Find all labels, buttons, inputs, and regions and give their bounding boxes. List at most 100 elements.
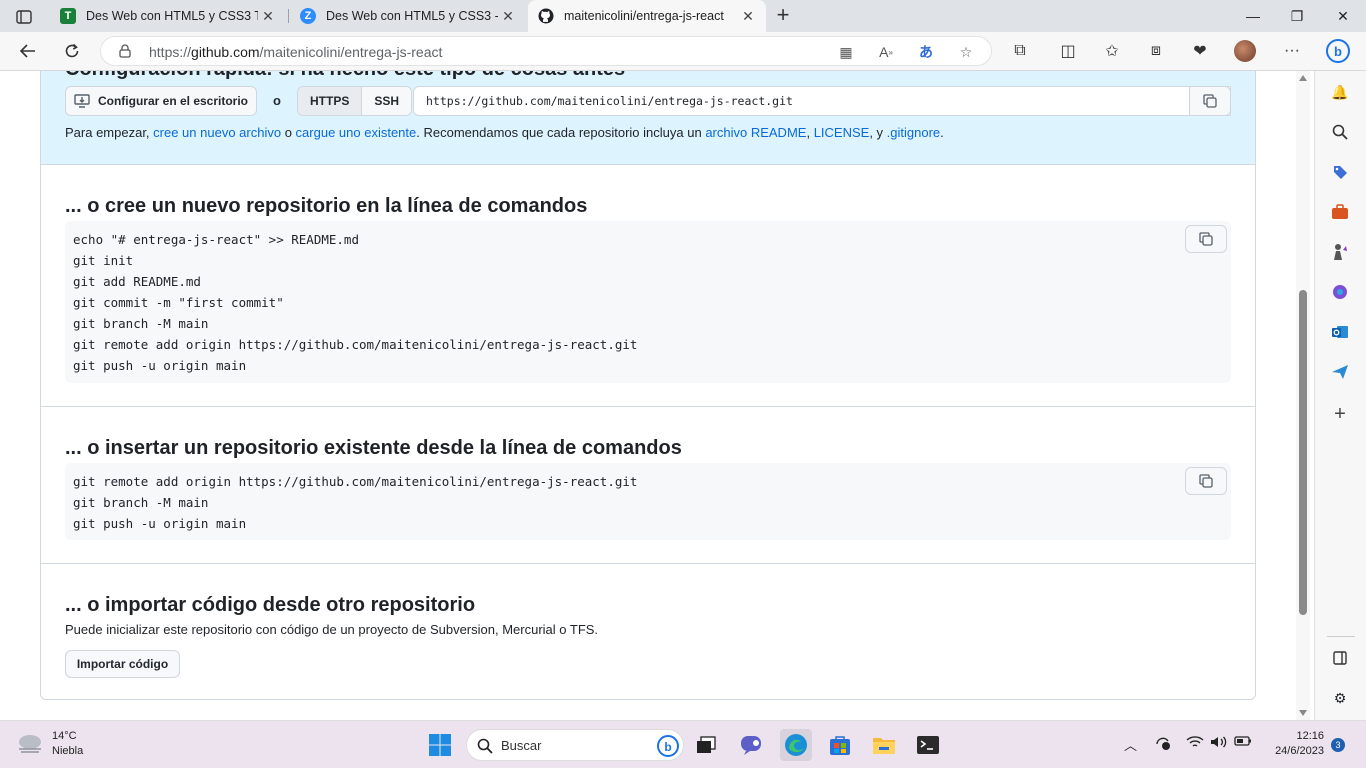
split-screen-icon[interactable]: ◫ xyxy=(1054,38,1082,64)
translate-icon[interactable]: あ xyxy=(915,41,937,63)
teams-chat-icon[interactable] xyxy=(736,729,768,761)
import-code-button[interactable]: Importar código xyxy=(65,650,180,678)
gitignore-link[interactable]: .gitignore xyxy=(887,125,940,140)
read-aloud-icon[interactable]: A» xyxy=(875,41,897,63)
temperature: 14°C xyxy=(52,730,77,742)
tab-html5-course[interactable]: T Des Web con HTML5 y CSS3 TM ✕ xyxy=(50,0,286,32)
clock-date: 24/6/2023 xyxy=(1275,745,1324,757)
settings-gear-icon[interactable]: ⚙ xyxy=(1329,687,1351,709)
clone-url-input[interactable]: https://github.com/maitenicolini/entrega… xyxy=(413,86,1231,116)
readme-link[interactable]: archivo README xyxy=(705,125,806,140)
setup-in-desktop-button[interactable]: Configurar en el escritorio xyxy=(65,86,257,116)
hide-sidebar-icon[interactable] xyxy=(1329,647,1351,669)
url-text[interactable]: https://github.com/maitenicolini/entrega… xyxy=(149,44,442,60)
app-available-icon[interactable]: ▦ xyxy=(835,41,857,63)
lock-icon[interactable] xyxy=(119,44,131,63)
svg-text:b: b xyxy=(664,740,671,754)
start-windows-icon[interactable] xyxy=(424,729,456,761)
microsoft-365-icon[interactable] xyxy=(1329,281,1351,303)
file-explorer-icon[interactable] xyxy=(868,729,900,761)
close-icon[interactable]: ✕ xyxy=(498,8,518,25)
bell-icon[interactable]: 🔔 xyxy=(1329,81,1351,103)
existing-repo-code-block: git remote add origin https://github.com… xyxy=(65,463,1231,540)
taskbar-search[interactable]: Buscar b xyxy=(466,729,684,761)
refresh-button[interactable] xyxy=(58,38,86,64)
add-sidebar-app-icon[interactable]: + xyxy=(1329,403,1351,425)
windows-taskbar: 14°C Niebla Buscar b ︿ 12:16 24/6/2023 3 xyxy=(0,720,1366,768)
battery-icon[interactable] xyxy=(1234,735,1252,750)
weather-widget[interactable]: 14°C Niebla xyxy=(16,729,83,759)
send-plane-icon[interactable] xyxy=(1329,361,1351,383)
favorites-icon[interactable]: ✩ xyxy=(1098,38,1126,64)
import-repo-section: ... o importar código desde otro reposit… xyxy=(41,564,1255,701)
github-icon xyxy=(538,8,554,24)
microsoft-store-icon[interactable] xyxy=(824,729,856,761)
quick-setup-title: Configuración rápida: si ha hecho este t… xyxy=(65,71,625,81)
collections-icon[interactable]: ⧈ xyxy=(1142,38,1170,64)
performance-icon[interactable]: ❤ xyxy=(1186,38,1214,64)
copy-icon xyxy=(1199,474,1213,488)
terminal-icon[interactable] xyxy=(912,729,944,761)
tab-actions-menu-icon[interactable] xyxy=(10,6,38,28)
bing-icon: b xyxy=(657,735,679,757)
new-tab-button[interactable]: + xyxy=(770,4,796,28)
back-button[interactable] xyxy=(14,38,42,64)
favorite-star-icon[interactable]: ☆ xyxy=(955,41,977,63)
upload-existing-file-link[interactable]: cargue uno existente xyxy=(296,125,417,140)
copy-clone-url-button[interactable] xyxy=(1189,86,1231,116)
create-new-file-link[interactable]: cree un nuevo archivo xyxy=(153,125,281,140)
quick-setup-panel: Configuración rápida: si ha hecho este t… xyxy=(41,71,1255,165)
scroll-down-arrow-icon[interactable] xyxy=(1299,710,1307,716)
quick-setup-help: Para empezar, cree un nuevo archivo o ca… xyxy=(65,125,944,140)
show-hidden-icons-chevron-icon[interactable]: ︿ xyxy=(1124,735,1137,754)
copy-icon xyxy=(1199,232,1213,246)
help-text: Para empezar, xyxy=(65,125,154,140)
new-repo-title: ... o cree un nuevo repositorio en la lí… xyxy=(65,195,588,217)
bing-copilot-icon[interactable]: b xyxy=(1324,38,1352,64)
ssh-toggle[interactable]: SSH xyxy=(362,87,412,115)
setup-in-desktop-label: Configurar en el escritorio xyxy=(97,94,249,108)
volume-icon[interactable] xyxy=(1210,735,1228,752)
new-repo-commands[interactable]: echo "# entrega-js-react" >> README.md g… xyxy=(73,229,637,376)
tools-briefcase-icon[interactable] xyxy=(1329,201,1351,223)
address-bar[interactable]: https://github.com/maitenicolini/entrega… xyxy=(100,36,992,66)
system-clock[interactable]: 12:16 24/6/2023 xyxy=(1262,729,1324,759)
tab-github-repo[interactable]: maitenicolini/entrega-js-react ✕ xyxy=(528,0,766,32)
copy-existing-repo-commands-button[interactable] xyxy=(1185,467,1227,495)
close-icon[interactable]: ✕ xyxy=(258,8,278,25)
minimize-button[interactable]: — xyxy=(1238,4,1268,28)
games-chess-icon[interactable] xyxy=(1329,241,1351,263)
page-scrollbar[interactable] xyxy=(1296,71,1310,720)
copy-new-repo-commands-button[interactable] xyxy=(1185,225,1227,253)
shopping-tag-icon[interactable] xyxy=(1329,161,1351,183)
network-sync-icon[interactable] xyxy=(1154,735,1172,754)
tab-zoom[interactable]: Z Des Web con HTML5 y CSS3 - Zo ✕ xyxy=(290,0,526,32)
help-text: . Recomendamos que cada repositorio incl… xyxy=(416,125,706,140)
notification-count-badge[interactable]: 3 xyxy=(1331,738,1345,752)
avatar[interactable] xyxy=(1234,40,1256,62)
tab-title: maitenicolini/entrega-js-react xyxy=(564,9,724,23)
close-window-button[interactable]: ✕ xyxy=(1328,4,1358,28)
license-link[interactable]: LICENSE xyxy=(814,125,870,140)
search-icon[interactable] xyxy=(1329,121,1351,143)
or-separator: o xyxy=(273,93,281,108)
extensions-icon[interactable]: ⧉ xyxy=(1006,38,1034,64)
maximize-button[interactable]: ❐ xyxy=(1282,4,1312,28)
import-repo-description: Puede inicializar este repositorio con c… xyxy=(65,622,599,637)
help-text: o xyxy=(281,125,296,140)
fog-cloud-icon xyxy=(19,735,41,753)
tab-title: Des Web con HTML5 y CSS3 - Zo xyxy=(326,9,498,23)
scroll-up-arrow-icon[interactable] xyxy=(1299,75,1307,81)
outlook-icon[interactable] xyxy=(1329,321,1351,343)
wifi-icon[interactable] xyxy=(1186,735,1204,752)
https-toggle[interactable]: HTTPS xyxy=(298,87,363,115)
existing-repo-section: ... o insertar un repositorio existente … xyxy=(41,407,1255,564)
more-menu-icon[interactable]: ··· xyxy=(1278,38,1306,64)
edge-sidebar: 🔔 + ⚙ xyxy=(1314,71,1366,720)
scroll-thumb[interactable] xyxy=(1299,290,1307,615)
task-view-icon[interactable] xyxy=(690,729,722,761)
close-icon[interactable]: ✕ xyxy=(738,8,758,25)
edge-browser-icon[interactable] xyxy=(780,729,812,761)
existing-repo-commands[interactable]: git remote add origin https://github.com… xyxy=(73,471,637,534)
desktop-download-icon xyxy=(74,94,90,108)
